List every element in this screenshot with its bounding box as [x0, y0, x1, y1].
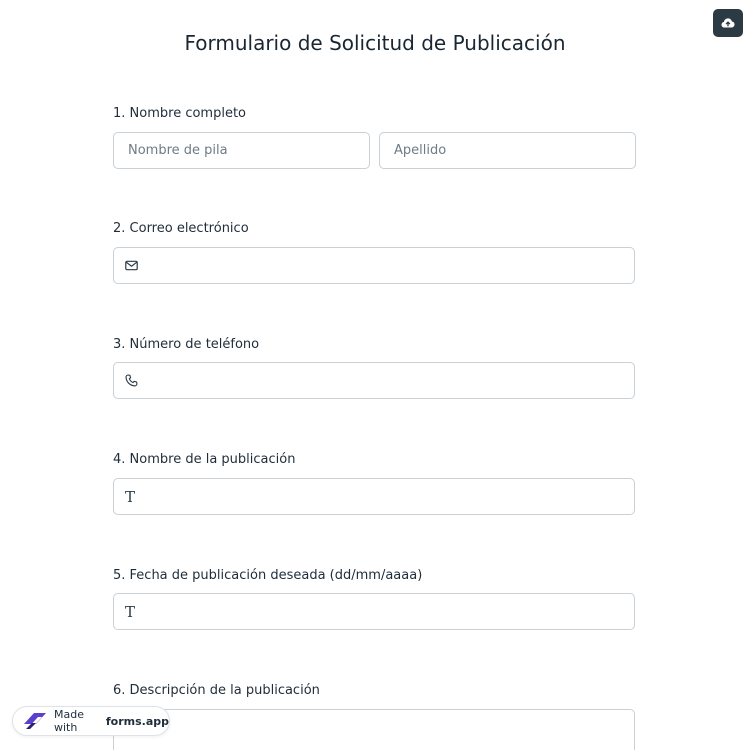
- brand-name: forms.app: [105, 714, 169, 728]
- phone-input[interactable]: [113, 362, 635, 399]
- forms-app-badge-link[interactable]: Made with forms.app: [12, 706, 170, 736]
- email-input[interactable]: [113, 247, 635, 284]
- question-label-publication-description: 6. Descripción de la publicación: [113, 683, 320, 698]
- first-name-input[interactable]: Nombre de pila: [113, 132, 370, 169]
- form-page: Formulario de Solicitud de Publicación 1…: [0, 0, 750, 750]
- publication-description-textarea[interactable]: [113, 709, 635, 750]
- first-name-placeholder: Nombre de pila: [128, 143, 228, 158]
- phone-icon: [123, 373, 139, 389]
- envelope-icon: [123, 258, 139, 274]
- text-t-icon: T: [125, 602, 136, 621]
- publication-name-input[interactable]: T: [113, 478, 635, 515]
- form-title: Formulario de Solicitud de Publicación: [184, 31, 566, 55]
- publication-date-input[interactable]: T: [113, 593, 635, 630]
- last-name-input[interactable]: Apellido: [379, 132, 636, 169]
- last-name-placeholder: Apellido: [394, 143, 447, 158]
- made-with-label: Made with: [54, 708, 84, 734]
- text-t-icon: T: [125, 487, 136, 506]
- question-label-publication-date: 5. Fecha de publicación deseada (dd/mm/a…: [113, 568, 423, 583]
- forms-app-logo-icon: [20, 709, 50, 733]
- cloud-upload-icon: [721, 14, 735, 33]
- question-label-full-name: 1. Nombre completo: [113, 106, 246, 121]
- question-label-email: 2. Correo electrónico: [113, 221, 249, 236]
- question-label-phone: 3. Número de teléfono: [113, 337, 260, 352]
- question-label-publication-name: 4. Nombre de la publicación: [113, 452, 296, 467]
